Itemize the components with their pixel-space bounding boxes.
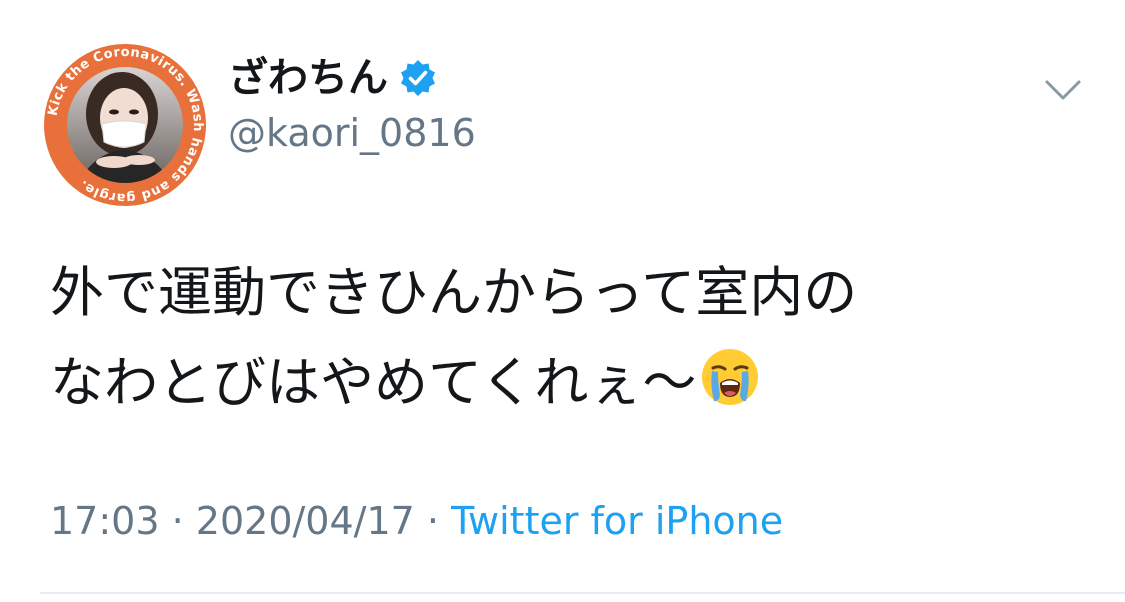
tweet-source-link[interactable]: Twitter for iPhone xyxy=(451,499,783,543)
user-handle[interactable]: @kaori_0816 xyxy=(228,108,476,158)
tweet-text-line: なわとびはやめてくれぇ〜 xyxy=(50,338,1080,428)
display-name[interactable]: ざわちん xyxy=(228,52,388,104)
tweet-text-line-content: なわとびはやめてくれぇ〜 xyxy=(50,351,697,414)
avatar[interactable]: Kick the Coronavirus. Wash hands and gar… xyxy=(44,44,206,206)
loudly-crying-face-icon xyxy=(698,345,762,409)
tweet-time[interactable]: 17:03 xyxy=(50,499,160,543)
chevron-down-icon[interactable] xyxy=(1043,70,1083,110)
divider xyxy=(40,592,1125,594)
meta-separator: · xyxy=(171,499,184,543)
tweet-card: Kick the Coronavirus. Wash hands and gar… xyxy=(0,0,1125,602)
meta-separator: · xyxy=(426,499,440,543)
tweet-metadata: 17:03 · 2020/04/17 · Twitter for iPhone xyxy=(50,496,783,546)
tweet-text: 外で運動できひんからって室内の なわとびはやめてくれぇ〜 xyxy=(50,248,1080,428)
display-name-row[interactable]: ざわちん xyxy=(228,52,438,104)
avatar-image: Kick the Coronavirus. Wash hands and gar… xyxy=(44,44,206,206)
tweet-date[interactable]: 2020/04/17 xyxy=(196,499,415,543)
tweet-text-line: 外で運動できひんからって室内の xyxy=(50,261,858,324)
verified-badge-icon xyxy=(398,58,438,98)
